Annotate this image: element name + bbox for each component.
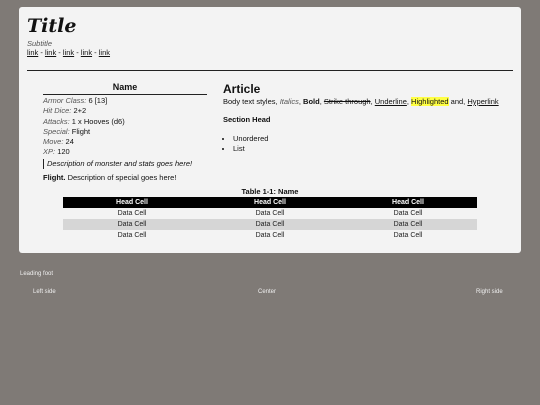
highlight-sample: Highlighted [411,97,449,106]
bold-sample: Bold [303,97,320,106]
stat-row-hit-dice: Hit Dice: 2+2 [43,106,207,116]
link-separator: - [56,48,63,57]
table-cell: Data Cell [393,232,423,239]
special-ability: Flight. Description of special goes here… [43,173,207,183]
nav-link-2[interactable]: link [45,48,56,57]
stat-label: Special: [43,126,70,136]
stat-value: 24 [65,137,74,147]
strike-sample: Strike through [323,97,371,106]
stat-label: Move: [43,137,64,147]
nav-link-4[interactable]: link [81,48,92,57]
underline-sample: Underline [374,97,407,106]
stat-block: Name Armor Class: 6 [13] Hit Dice: 2+2 A… [43,82,207,183]
table-cell: Data Cell [255,232,285,239]
table-row: Data Cell Data Cell Data Cell [63,208,477,219]
stat-row-armor: Armor Class: 6 [13] [43,96,207,106]
table-head-cell: Head Cell [63,197,201,208]
table-cell: Data Cell [117,210,147,217]
stat-value: 6 [13] [88,96,108,105]
table-caption: Table 1-1: Name [241,187,299,196]
footer-left: Left side [33,289,56,295]
stat-label: XP: [43,147,56,157]
article-body: Body text styles, Italics, Bold, Strike … [223,97,499,106]
body-and: and, [450,97,466,106]
unordered-list: Unordered List [223,134,513,154]
table-cell: Data Cell [255,210,285,217]
table-head-cell: Head Cell [201,197,339,208]
footer-center: Center [258,289,277,295]
article-heading: Article [223,82,261,96]
stat-value: 1 x Hooves (d6) [71,116,125,126]
stat-label: Attacks: [43,116,70,126]
special-title: Flight. [43,173,66,183]
table-head-cell: Head Cell [339,197,477,208]
article-section: Article Body text styles, Italics, Bold,… [223,82,513,154]
link-separator: - [92,48,99,57]
stat-row-xp: XP: 120 [43,147,207,157]
list-item: List [233,144,513,154]
table-cell: Data Cell [201,219,339,230]
stat-row-attacks: Attacks: 1 x Hooves (d6) [43,117,207,127]
stat-label: Armor Class: [43,96,87,105]
stat-label: Hit Dice: [43,106,72,116]
data-table: Head Cell Head Cell Head Cell Data Cell … [63,197,477,241]
hyperlink[interactable]: Hyperlink [467,97,498,106]
table-cell: Data Cell [339,219,477,230]
stat-value: 2+2 [73,106,87,116]
stat-row-move: Move: 24 [43,137,207,147]
table-row: Data Cell Data Cell Data Cell [63,230,477,241]
stat-row-special: Special: Flight [43,127,207,137]
nav-link-1[interactable]: link [27,48,38,57]
body-prefix: Body text styles, [223,97,278,106]
italics-sample: Italics [279,97,299,106]
table-header-row: Head Cell Head Cell Head Cell [63,197,477,208]
stat-value: Flight [71,126,91,136]
list-item: Unordered [233,134,513,144]
special-text: Description of special goes here! [67,173,177,183]
nav-link-3[interactable]: link [63,48,74,57]
table-cell: Data Cell [63,219,201,230]
table-cell: Data Cell [117,232,147,239]
page-title: Title [27,15,77,37]
section-head: Section Head [223,114,271,124]
table-row: Data Cell Data Cell Data Cell [63,219,477,230]
header-divider [27,70,513,71]
footer-right: Right side [476,289,503,295]
link-separator: - [74,48,81,57]
stat-value: 120 [57,147,70,157]
nav-link-5[interactable]: link [99,48,110,57]
document-page: Title Subtitle link - link - link - link… [19,7,521,253]
nav-links: link - link - link - link - link [27,48,110,57]
table-cell: Data Cell [393,210,423,217]
link-separator: - [38,48,45,57]
leading-footer: Leading foot [20,271,54,277]
page-subtitle: Subtitle [27,39,53,48]
monster-description: Description of monster and stats goes he… [43,158,207,170]
stat-block-name: Name [43,82,207,95]
